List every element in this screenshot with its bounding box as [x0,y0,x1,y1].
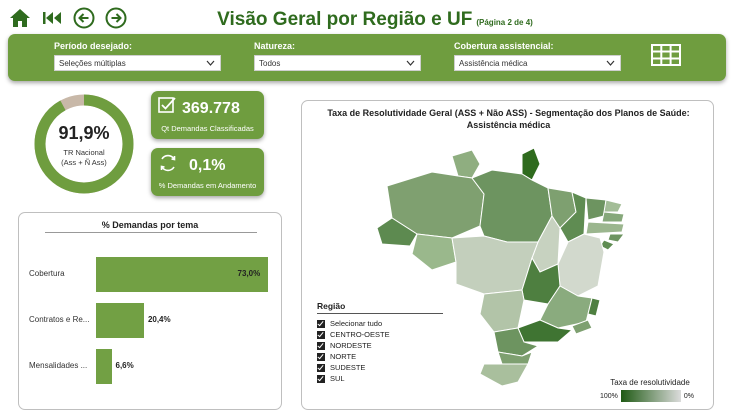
chevron-down-icon [406,60,415,66]
map-title-line1: Taxa de Resolutividade Geral (ASS + Não … [327,108,690,118]
region-option-label: CENTRO-OESTE [330,330,390,339]
bar-row[interactable]: Mensalidades ... 6,6% [19,349,283,384]
region-option-sul[interactable]: SUL [317,373,447,384]
checkbox-checked-icon[interactable] [317,319,325,328]
kpi-demandas-classificadas: 369.778 Qt Demandas Classificadas [151,91,264,139]
region-legend: Região Selecionar tudo CENTRO-OESTE NORD… [317,301,447,384]
state-pb[interactable] [601,211,625,223]
checkbox-checked-icon[interactable] [317,352,325,361]
bar-mensalidades[interactable] [96,349,112,384]
filter-natureza-label: Natureza: [254,41,296,51]
natureza-dropdown-value: Todos [259,58,281,68]
map-title: Taxa de Resolutividade Geral (ASS + Não … [302,107,715,131]
checkbox-checked-icon[interactable] [317,341,325,350]
state-pa[interactable] [471,169,553,243]
filter-periodo-label: Período desejado: [54,41,133,51]
bar-value-label: 20,4% [147,315,171,324]
region-option-nordeste[interactable]: NORDESTE [317,340,447,351]
filter-cobertura-label: Cobertura assistencial: [454,41,554,51]
region-option-centro-oeste[interactable]: CENTRO-OESTE [317,329,447,340]
state-rs[interactable] [479,363,529,386]
donut-label: TR Nacional (Ass + Ñ Ass) [33,148,135,168]
page-title-text: Visão Geral por Região e UF [217,9,473,30]
bar-value-label: 73,0% [237,269,261,278]
region-option-sudeste[interactable]: SUDESTE [317,362,447,373]
state-ba[interactable] [557,233,605,297]
bar-category-label: Contratos e Re... [29,315,90,324]
resolutividade-scale: Taxa de resolutividade 100% 0% [600,378,700,402]
kpi-classificadas-caption: Qt Demandas Classificadas [161,124,254,133]
map-title-line2: Assistência médica [466,120,551,130]
bar-category-label: Mensalidades ... [29,361,88,370]
donut-label-line2: (Ass + Ñ Ass) [61,158,107,167]
region-legend-title: Região [317,301,443,314]
scale-title: Taxa de resolutividade [610,378,690,387]
chevron-down-icon [606,60,615,66]
region-option-label: SUDESTE [330,363,366,372]
kpi-andamento-value: 0,1% [189,157,226,174]
state-ms[interactable] [479,289,525,333]
filter-natureza: Natureza: Todos [254,41,421,71]
demandas-tema-title: % Demandas por tema [101,220,199,230]
kpi-andamento-caption: % Demandas em Andamento [158,181,257,190]
refresh-icon [160,154,176,172]
demandas-tema-panel: % Demandas por tema Cobertura 73,0% Cont… [18,212,282,410]
state-pe[interactable] [585,221,625,235]
region-option-select-all[interactable]: Selecionar tudo [317,318,447,329]
tr-nacional-donut: 91,9% TR Nacional (Ass + Ñ Ass) [33,93,135,195]
page-title: Visão Geral por Região e UF (Página 2 de … [0,9,750,31]
cobertura-dropdown-value: Assistência médica [459,58,528,68]
bar-row[interactable]: Cobertura 73,0% [19,257,283,292]
page-number-note: (Página 2 de 4) [476,18,533,27]
scale-min-label: 100% [600,392,618,400]
region-option-label: SUL [330,374,345,383]
donut-label-line1: TR Nacional [63,148,105,157]
map-panel: Taxa de Resolutividade Geral (ASS + Não … [301,100,714,410]
bar-row[interactable]: Contratos e Re... 20,4% [19,303,283,338]
scale-row: 100% 0% [600,390,700,402]
state-rn[interactable] [603,199,623,213]
region-option-norte[interactable]: NORTE [317,351,447,362]
state-ro[interactable] [411,233,457,271]
bar-value-label: 6,6% [115,361,134,370]
filter-periodo: Período desejado: Seleções múltiplas [54,41,221,71]
region-option-label: NORDESTE [330,341,372,350]
periodo-dropdown[interactable]: Seleções múltiplas [54,55,221,71]
periodo-dropdown-value: Seleções múltiplas [59,58,126,68]
scale-max-label: 0% [683,392,695,400]
bar-category-label: Cobertura [29,269,65,278]
region-option-label: NORTE [330,352,357,361]
checkbox-checked-icon[interactable] [317,363,325,372]
bar-contratos[interactable] [96,303,144,338]
checkbox-icon [158,97,176,113]
kpi-classificadas-value: 369.778 [182,100,240,117]
filter-bar: Período desejado: Seleções múltiplas Nat… [8,34,726,81]
natureza-dropdown[interactable]: Todos [254,55,421,71]
checkbox-checked-icon[interactable] [317,330,325,339]
checkbox-checked-icon[interactable] [317,374,325,383]
state-rr[interactable] [451,149,481,179]
title-divider [45,232,257,233]
cobertura-dropdown[interactable]: Assistência médica [454,55,621,71]
state-al[interactable] [607,233,625,243]
region-option-label: Selecionar tudo [330,319,383,328]
donut-value-arc [34,94,134,194]
donut-chart [34,94,134,194]
chevron-down-icon [206,60,215,66]
filter-cobertura: Cobertura assistencial: Assistência médi… [454,41,621,71]
scale-gradient [620,390,681,402]
table-grid-icon[interactable] [651,44,681,66]
donut-value: 91,9% [58,123,110,143]
kpi-demandas-andamento: 0,1% % Demandas em Andamento [151,148,264,196]
